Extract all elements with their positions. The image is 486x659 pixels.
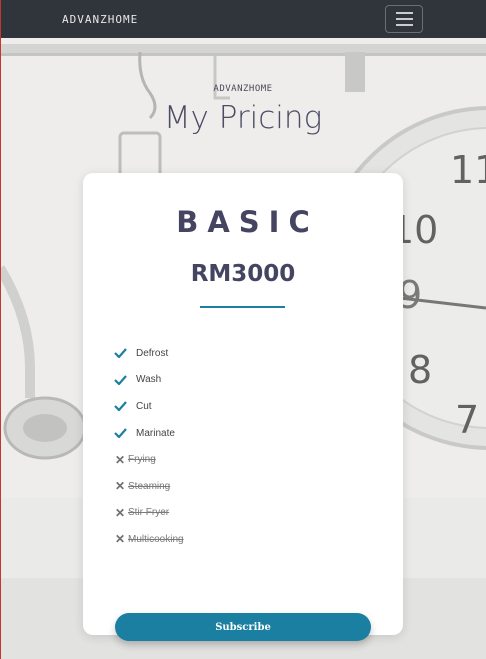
pricing-card: BASIC RM3000 Defrost Wash Cut Marinate ✕ bbox=[83, 173, 403, 641]
svg-text:7: 7 bbox=[455, 398, 479, 442]
cross-icon: ✕ bbox=[114, 532, 126, 547]
feature-label: Wash bbox=[136, 374, 162, 386]
feature-label: Defrost bbox=[136, 347, 169, 359]
hero-section: 11 10 9 8 7 ADVANZHOME My Pricing BASIC … bbox=[0, 38, 486, 659]
page-title: My Pricing bbox=[163, 100, 323, 136]
list-item: Cut bbox=[114, 393, 374, 420]
feature-label: Steaming bbox=[128, 480, 171, 492]
feature-label: Marinate bbox=[136, 427, 175, 439]
list-item: Defrost bbox=[114, 340, 374, 367]
feature-label: Cut bbox=[136, 400, 152, 412]
left-edge-border bbox=[0, 0, 1, 659]
feature-list: Defrost Wash Cut Marinate ✕ Frying ✕ Ste… bbox=[114, 340, 374, 553]
feature-label: Stir Fryer bbox=[128, 507, 170, 519]
svg-text:8: 8 bbox=[408, 348, 432, 392]
check-icon bbox=[114, 348, 130, 359]
cross-icon: ✕ bbox=[114, 452, 126, 467]
menu-bar bbox=[395, 12, 413, 14]
list-item: ✕ Stir Fryer bbox=[114, 500, 374, 527]
navbar: ADVANZHOME bbox=[0, 0, 486, 38]
hero-subtitle: ADVANZHOME bbox=[213, 84, 273, 94]
price-divider bbox=[200, 306, 285, 308]
feature-label: Multicooking bbox=[128, 533, 184, 545]
check-icon bbox=[114, 428, 130, 439]
menu-bar bbox=[395, 18, 413, 20]
menu-bar bbox=[395, 24, 413, 26]
list-item: ✕ Multicooking bbox=[114, 526, 374, 553]
cross-icon: ✕ bbox=[114, 505, 126, 520]
list-item: ✕ Frying bbox=[114, 446, 374, 473]
cross-icon: ✕ bbox=[114, 479, 126, 494]
hamburger-menu-icon[interactable] bbox=[385, 5, 423, 33]
check-icon bbox=[114, 375, 130, 385]
brand-logo[interactable]: ADVANZHOME bbox=[62, 13, 138, 26]
check-icon bbox=[114, 401, 130, 412]
list-item: Marinate bbox=[114, 420, 374, 447]
feature-label: Frying bbox=[128, 454, 156, 466]
list-item: ✕ Steaming bbox=[114, 473, 374, 500]
plan-price: RM3000 bbox=[190, 261, 296, 287]
list-item: Wash bbox=[114, 367, 374, 394]
subscribe-button[interactable]: Subscribe bbox=[115, 613, 371, 641]
svg-text:11: 11 bbox=[450, 148, 486, 192]
plan-name: BASIC bbox=[176, 205, 319, 239]
